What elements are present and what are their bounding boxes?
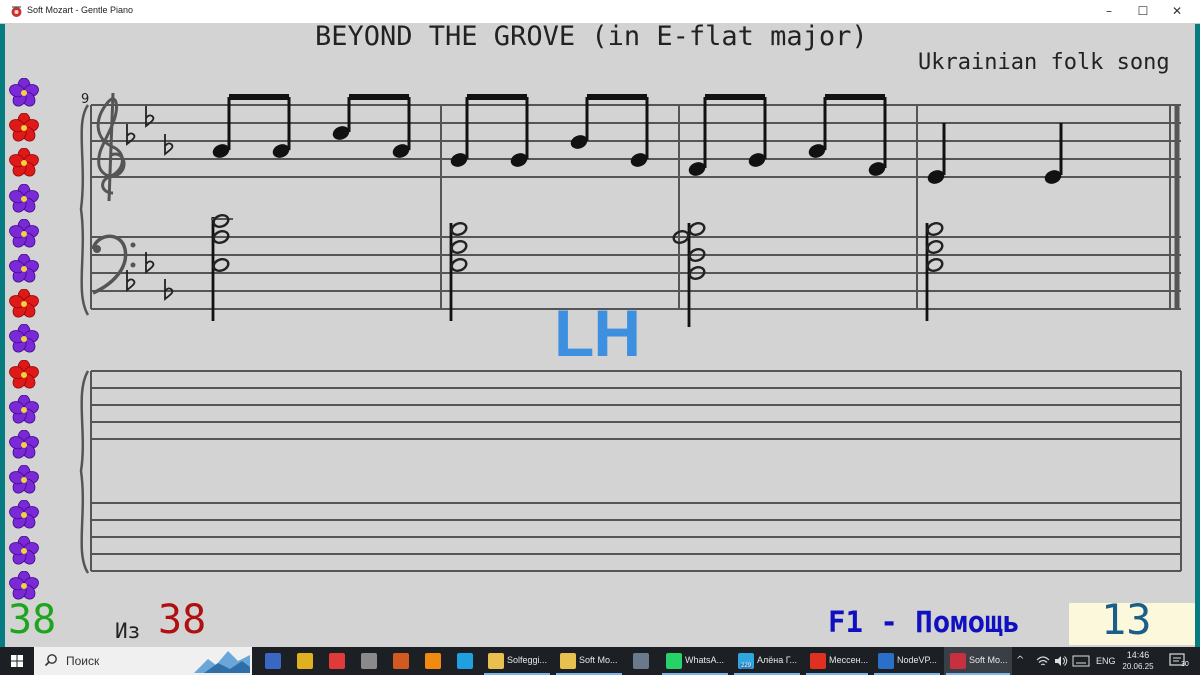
folder-icon — [488, 653, 504, 669]
taskbar-app-soft-mozart[interactable]: Soft Mo... — [944, 647, 1012, 675]
chrome-icon — [297, 653, 313, 669]
taskbar-app-label: Soft Mo... — [969, 655, 1008, 665]
minimize-button[interactable]: – — [1092, 0, 1126, 23]
taskbar-app-label: Мессен... — [829, 655, 869, 665]
tools-icon — [361, 653, 377, 669]
clock-date[interactable]: 20.06.25 — [1118, 662, 1158, 671]
app-canvas[interactable]: BEYOND THE GROVE (in E-flat major) Ukrai… — [5, 21, 1195, 647]
search-highlight-art-icon — [194, 651, 250, 673]
taskbar-app-calculator[interactable] — [626, 647, 656, 675]
tray-chevron-icon[interactable]: ^ — [1016, 655, 1024, 666]
taskbar-app-whatsapp[interactable]: WhatsA... — [660, 647, 730, 675]
taskbar-app-label: WhatsA... — [685, 655, 725, 665]
maximize-button[interactable]: ☐ — [1126, 0, 1160, 23]
total-counter: 38 — [158, 597, 207, 643]
current-counter: 38 — [8, 597, 57, 643]
of-label: Из — [115, 619, 141, 643]
taskbar-app-nodevpn[interactable]: NodeVP... — [872, 647, 942, 675]
taskbar-app-label: Solfeggi... — [507, 655, 548, 665]
volume-icon[interactable] — [1054, 655, 1068, 667]
whatsapp-icon — [666, 653, 682, 669]
notification-count: 30 — [1181, 661, 1189, 668]
bass-clef-icon — [91, 234, 136, 295]
upper-grand-staff: 9 — [79, 92, 1181, 327]
search-placeholder: Поиск — [66, 654, 100, 668]
taskbar-app-folder[interactable]: Solfeggi... — [482, 647, 552, 675]
calculator-icon — [633, 653, 649, 669]
taskbar-app-label: Алёна Г... — [757, 655, 798, 665]
screen-recorder-icon — [329, 653, 345, 669]
taskbar-app-label: NodeVP... — [897, 655, 937, 665]
folder-icon — [560, 653, 576, 669]
telegram-unread-badge: 229 — [740, 663, 753, 669]
hand-indicator: LH — [554, 296, 641, 370]
clock-time[interactable]: 14:46 — [1118, 650, 1158, 660]
taskbar: Поиск Solfeggi... Soft Mo... WhatsA... Алён… — [0, 647, 1200, 675]
lower-grand-staff — [79, 370, 1182, 574]
taskbar-app-folder[interactable]: Soft Mo... — [554, 647, 624, 675]
nodevpn-icon — [878, 653, 894, 669]
wifi-icon[interactable] — [1036, 655, 1050, 667]
taskbar-app-yandex[interactable]: Мессен... — [804, 647, 870, 675]
window-frame-right — [1195, 0, 1200, 647]
taskbar-app-chrome[interactable] — [290, 647, 320, 675]
treble-clef-icon — [96, 92, 126, 202]
save-icon — [265, 653, 281, 669]
taskbar-app-windows-store[interactable] — [386, 647, 416, 675]
help-hint[interactable]: F1 - Помощь — [828, 605, 1020, 639]
taskbar-app-telegram[interactable]: Алёна Г... 229 — [732, 647, 802, 675]
windows-store-icon — [393, 653, 409, 669]
taskbar-search-box[interactable]: Поиск — [34, 647, 252, 675]
language-indicator[interactable]: ENG — [1096, 656, 1116, 666]
taskbar-app-screen-recorder[interactable] — [322, 647, 352, 675]
soft-mozart-app-icon — [11, 6, 22, 17]
measure-number: 9 — [81, 92, 89, 107]
window-title: Soft Mozart - Gentle Piano — [27, 5, 134, 15]
score-value: 13 — [1101, 595, 1152, 644]
search-icon — [44, 654, 57, 667]
close-button[interactable]: ✕ — [1160, 0, 1194, 23]
taskbar-app-vlc[interactable] — [418, 647, 448, 675]
skype-icon — [457, 653, 473, 669]
soft-mozart-icon — [950, 653, 966, 669]
taskbar-app-skype[interactable] — [450, 647, 480, 675]
windows-start-icon[interactable] — [0, 647, 34, 675]
yandex-icon — [810, 653, 826, 669]
keyboard-icon[interactable] — [1072, 655, 1090, 667]
taskbar-app-tools[interactable] — [354, 647, 384, 675]
taskbar-app-save[interactable] — [258, 647, 288, 675]
vlc-icon — [425, 653, 441, 669]
taskbar-app-label: Soft Mo... — [579, 655, 618, 665]
